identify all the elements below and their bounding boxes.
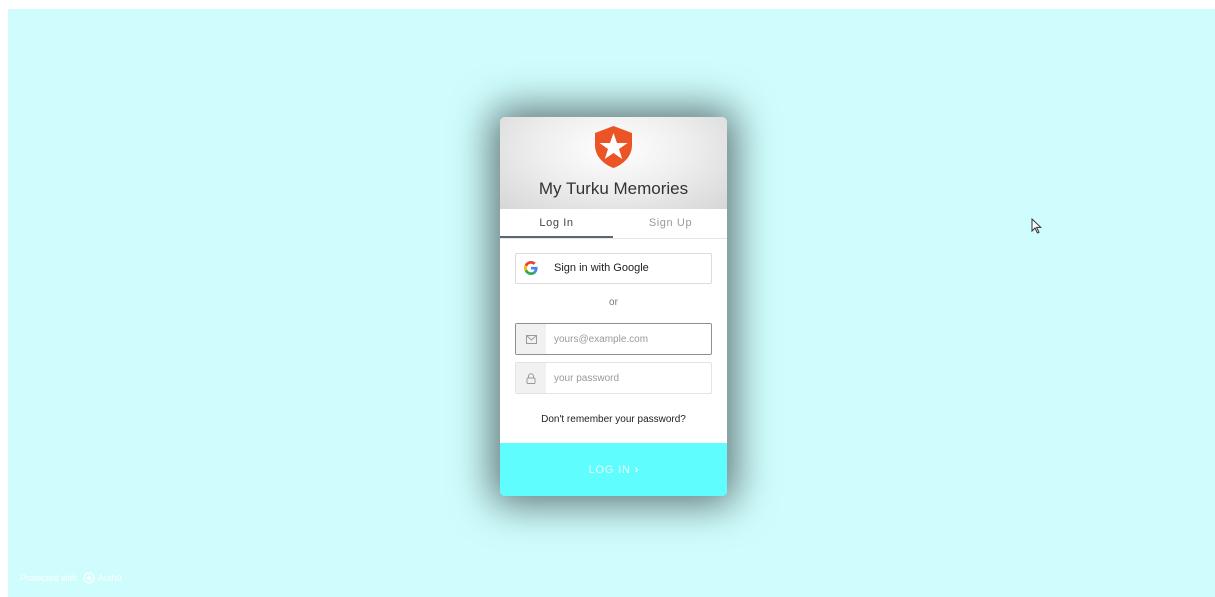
- email-field: [515, 323, 712, 355]
- login-widget: My Turku Memories Log In Sign Up Sign in…: [500, 117, 727, 496]
- forgot-password-link[interactable]: Don't remember your password?: [500, 414, 727, 425]
- log-in-button[interactable]: LOG IN ›: [500, 443, 727, 496]
- chevron-right-icon: ›: [634, 463, 639, 476]
- google-g-icon: [524, 261, 538, 275]
- envelope-icon: [525, 334, 537, 344]
- log-in-label: LOG IN: [588, 463, 631, 476]
- auth-tabs: Log In Sign Up: [500, 209, 727, 239]
- widget-header: My Turku Memories: [500, 117, 727, 209]
- auth0-badge-icon: [83, 572, 95, 584]
- auth0-star-shield-icon: [595, 126, 632, 168]
- or-separator: or: [609, 297, 618, 308]
- email-icon-box: [516, 324, 546, 354]
- lock-icon: [526, 372, 536, 384]
- google-sign-in-button[interactable]: Sign in with Google: [515, 253, 712, 284]
- app-title: My Turku Memories: [538, 179, 689, 198]
- google-sign-in-label: Sign in with Google: [554, 262, 649, 274]
- password-field: [515, 362, 712, 394]
- badge-brand: Auth0: [98, 573, 122, 583]
- auth0-badge[interactable]: Protected with Auth0: [20, 570, 122, 586]
- email-input[interactable]: [554, 324, 704, 354]
- password-input[interactable]: [554, 363, 704, 393]
- password-icon-box: [516, 363, 546, 393]
- tab-log-in[interactable]: Log In: [500, 209, 613, 238]
- mouse-pointer-icon: [1031, 218, 1042, 234]
- tab-sign-up[interactable]: Sign Up: [614, 209, 727, 238]
- badge-prefix: Protected with: [20, 573, 78, 583]
